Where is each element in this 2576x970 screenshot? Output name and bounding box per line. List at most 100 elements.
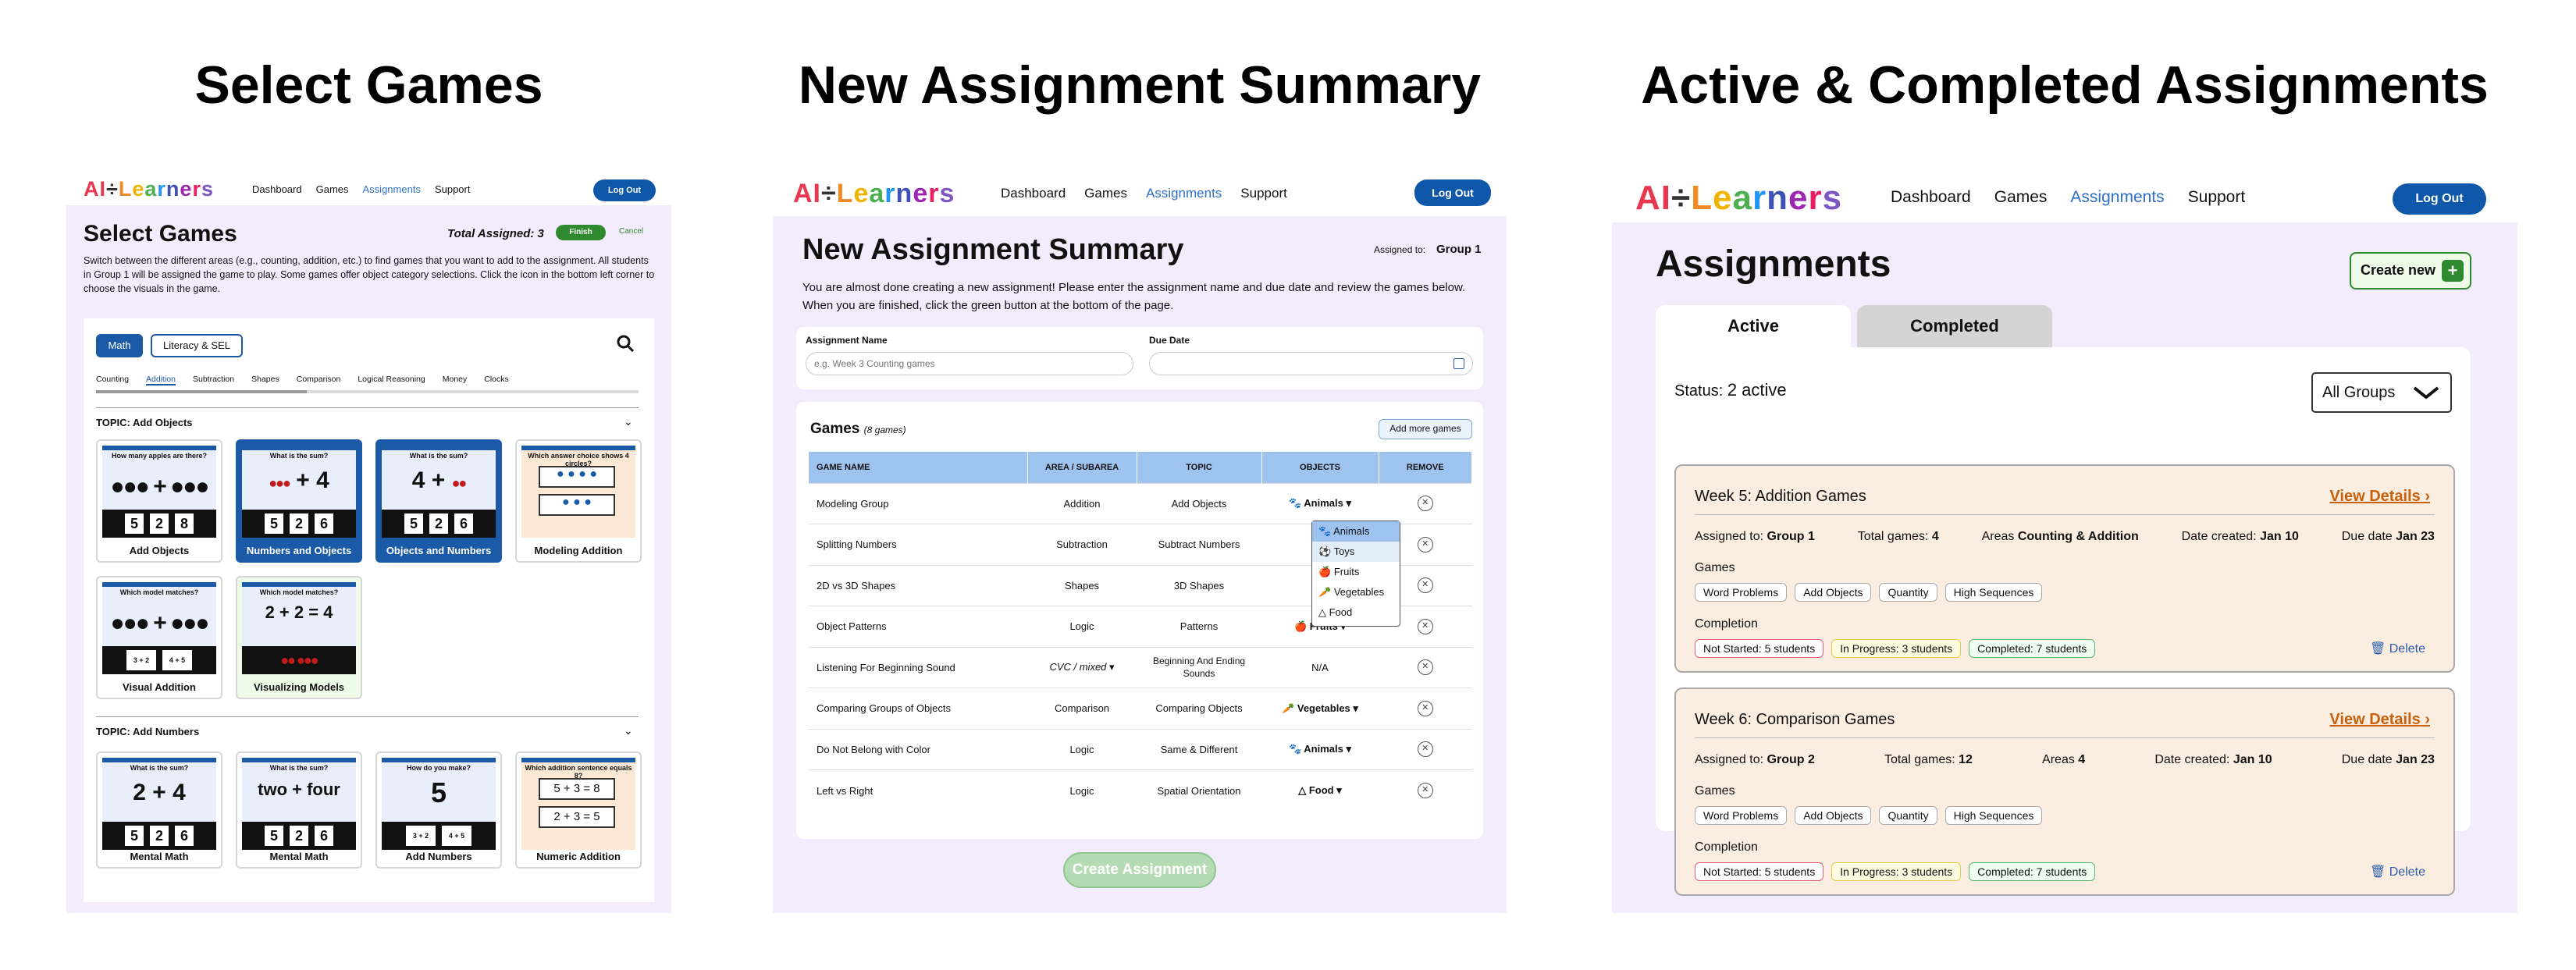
game-card-numbers-objects[interactable]: What is the sum? ●●● + 4526 Numbers and O… bbox=[236, 439, 362, 563]
chevron-down-icon[interactable]: ⌄ bbox=[624, 415, 633, 428]
col-remove: REMOVE bbox=[1379, 452, 1472, 483]
games-table-card: Games (8 games) Add more games GAME NAME… bbox=[796, 402, 1483, 839]
game-chips: Word Problems Add Objects Quantity High Seq… bbox=[1695, 583, 2050, 602]
create-new-button[interactable]: Create new + bbox=[2350, 252, 2471, 290]
content-area: Select Games Total Assigned: 3 Finish Ca… bbox=[66, 205, 671, 913]
dropdown-option-vegetables[interactable]: 🥕 Vegetables bbox=[1312, 582, 1400, 602]
assignment-form: Assignment Name Due Date bbox=[796, 327, 1483, 389]
tab-completed[interactable]: Completed bbox=[1857, 305, 2052, 347]
game-card-mental-math-words[interactable]: What is the sum? two + four 5 2 6 Mental Mat… bbox=[236, 751, 362, 869]
dropdown-option-animals[interactable]: 🐾 Animals bbox=[1312, 521, 1400, 542]
nav-support[interactable]: Support bbox=[435, 183, 471, 195]
chevron-down-icon bbox=[2413, 374, 2439, 425]
game-card-label: Visual Addition bbox=[123, 681, 196, 693]
remove-icon[interactable]: ✕ bbox=[1417, 618, 1433, 634]
subtab-shapes[interactable]: Shapes bbox=[251, 375, 279, 384]
subtab-scrollbar[interactable] bbox=[96, 390, 639, 393]
nav-dashboard[interactable]: Dashboard bbox=[1891, 188, 1971, 207]
game-card-mental-math[interactable]: What is the sum? 2 + 4526 Mental Math bbox=[96, 751, 222, 869]
navbar: AI÷Learners Dashboard Games Assignments … bbox=[773, 166, 1507, 216]
nav-assignments[interactable]: Assignments bbox=[2070, 188, 2164, 207]
nav-assignments[interactable]: Assignments bbox=[1146, 186, 1222, 201]
assignment-card: Week 6: Comparison Games View Details › … bbox=[1674, 688, 2455, 896]
game-card-add-numbers[interactable]: How do you make? 5 3 + 24 + 5 Add Numbers bbox=[375, 751, 502, 869]
nav-dashboard[interactable]: Dashboard bbox=[1001, 186, 1066, 201]
subtab-addition[interactable]: Addition bbox=[146, 375, 176, 386]
subarea-select[interactable]: CVC / mixed ▾ bbox=[1027, 646, 1137, 688]
remove-icon[interactable]: ✕ bbox=[1417, 577, 1433, 594]
remove-icon[interactable]: ✕ bbox=[1417, 783, 1433, 798]
remove-icon[interactable]: ✕ bbox=[1417, 659, 1433, 676]
subtab-logical[interactable]: Logical Reasoning bbox=[358, 375, 425, 384]
nav-games[interactable]: Games bbox=[316, 183, 349, 195]
nav-support[interactable]: Support bbox=[2188, 188, 2246, 207]
create-assignment-button[interactable]: Create Assignment bbox=[1063, 852, 1216, 888]
chevron-down-icon[interactable]: ⌄ bbox=[624, 724, 633, 737]
view-details-link[interactable]: View Details › bbox=[2329, 488, 2430, 506]
game-card-objects-numbers[interactable]: What is the sum? 4 + ●● 5 2 6 Objects and Nu… bbox=[375, 439, 502, 563]
remove-icon[interactable]: ✕ bbox=[1417, 536, 1433, 553]
assignments-list: Status: 2 active All Groups Week 5: Addi… bbox=[1656, 347, 2471, 896]
nav-assignments[interactable]: Assignments bbox=[363, 183, 421, 195]
remove-icon[interactable]: ✕ bbox=[1417, 496, 1433, 512]
cancel-link[interactable]: Cancel bbox=[619, 227, 643, 236]
page-title: Select Games bbox=[84, 221, 237, 247]
logout-button[interactable]: Log Out bbox=[2393, 183, 2486, 215]
status-chips: Not Started: 5 students In Progress: 3 st… bbox=[1695, 639, 2103, 658]
tab-math[interactable]: Math bbox=[96, 334, 143, 357]
view-details-link[interactable]: View Details › bbox=[2329, 711, 2430, 729]
add-more-games-button[interactable]: Add more games bbox=[1379, 419, 1472, 439]
subtab-comparison[interactable]: Comparison bbox=[297, 375, 341, 384]
game-card-label: Modeling Addition bbox=[534, 545, 623, 556]
objects-select[interactable]: 🥕 Vegetables ▾ bbox=[1261, 688, 1379, 729]
nav-support[interactable]: Support bbox=[1240, 186, 1287, 201]
delete-button[interactable]: 🗑 Delete bbox=[2370, 864, 2425, 879]
dropdown-option-fruits[interactable]: 🍎 Fruits bbox=[1312, 562, 1400, 582]
topic-add-objects: TOPIC: Add Objects bbox=[96, 417, 193, 428]
nav-games[interactable]: Games bbox=[1994, 188, 2048, 207]
search-icon[interactable] bbox=[616, 334, 636, 354]
logo: AI÷Learners bbox=[1635, 179, 1843, 217]
divider bbox=[96, 407, 639, 408]
subtab-money[interactable]: Money bbox=[443, 375, 468, 384]
logout-button[interactable]: Log Out bbox=[1414, 179, 1491, 206]
objects-select[interactable]: 🐾 Animals ▾ bbox=[1261, 482, 1379, 524]
assignment-title: Week 6: Comparison Games bbox=[1695, 711, 1895, 728]
assignment-name-input[interactable] bbox=[806, 352, 1133, 375]
subtab-subtraction[interactable]: Subtraction bbox=[193, 375, 234, 384]
game-card-visualizing-models[interactable]: Which model matches? 2 + 2 = 4 ●● ●●● Visu… bbox=[236, 576, 362, 699]
tab-literacy[interactable]: Literacy & SEL bbox=[151, 334, 243, 357]
chip-not-started: Not Started: 5 students bbox=[1695, 639, 1824, 658]
game-card-add-objects[interactable]: How many apples are there? ●●● + ●●● 5 2 8 A… bbox=[96, 439, 222, 563]
finish-button[interactable]: Finish bbox=[556, 225, 606, 240]
nav-links: Dashboard Games Assignments Support bbox=[252, 183, 470, 195]
remove-icon[interactable]: ✕ bbox=[1417, 741, 1433, 758]
chip: Word Problems bbox=[1695, 583, 1788, 602]
calendar-icon[interactable] bbox=[1453, 358, 1464, 369]
logout-button[interactable]: Log Out bbox=[593, 179, 656, 201]
subtab-counting[interactable]: Counting bbox=[96, 375, 129, 384]
group-select[interactable]: All Groups bbox=[2311, 372, 2452, 413]
remove-icon[interactable]: ✕ bbox=[1417, 700, 1433, 716]
subtab-clocks[interactable]: Clocks bbox=[484, 375, 509, 384]
due-date-input[interactable] bbox=[1149, 352, 1473, 375]
game-card-visual-addition[interactable]: Which model matches? ●●● + ●●● 3 + 24 + 5 … bbox=[96, 576, 222, 699]
game-card-label: Visualizing Models bbox=[253, 681, 345, 693]
subarea-tabs: Counting Addition Subtraction Shapes Compari… bbox=[96, 375, 526, 386]
games-browser: Math Literacy & SEL Counting Addition Subt… bbox=[84, 318, 654, 902]
objects-select[interactable]: △ Food ▾ bbox=[1261, 769, 1379, 811]
objects-select[interactable]: 🐾 Animals ▾ bbox=[1261, 728, 1379, 770]
assignment-title: Week 5: Addition Games bbox=[1695, 488, 1866, 505]
game-card-label: Add Numbers bbox=[405, 851, 472, 862]
game-card-numeric-addition[interactable]: Which addition sentence equals 8? 5 + 3 =… bbox=[515, 751, 642, 869]
assignment-name-label: Assignment Name bbox=[806, 335, 888, 346]
nav-games[interactable]: Games bbox=[1084, 186, 1127, 201]
content-area: New Assignment Summary Assigned to: Grou… bbox=[773, 216, 1507, 913]
nav-dashboard[interactable]: Dashboard bbox=[252, 183, 302, 195]
delete-button[interactable]: 🗑 Delete bbox=[2370, 641, 2425, 656]
dropdown-option-food[interactable]: △ Food bbox=[1312, 602, 1400, 623]
dropdown-option-toys[interactable]: ⚽ Toys bbox=[1312, 542, 1400, 562]
chip: Quantity bbox=[1879, 806, 1937, 825]
tab-active[interactable]: Active bbox=[1656, 305, 1851, 347]
game-card-modeling-addition[interactable]: Which answer choice shows 4 circles? ● ● … bbox=[515, 439, 642, 563]
